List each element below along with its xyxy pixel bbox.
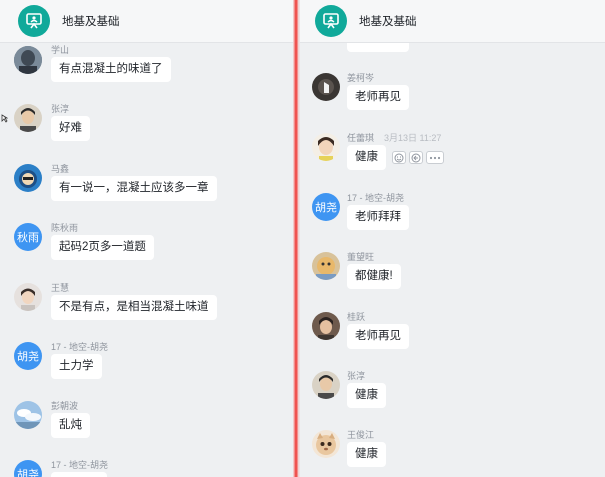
classroom-board-icon[interactable] [18,5,50,37]
sender-name: 17 - 地空-胡尧 [51,342,109,352]
sender-name: 17 - 地空-胡尧 [51,460,109,470]
message-bubble[interactable]: 老师再见 [347,85,409,110]
message-actions [392,151,444,164]
message-bubble[interactable]: 起码2页多一道题 [51,235,154,260]
avatar[interactable]: 胡尧 [312,193,340,221]
sender-name: 张淳 [51,104,70,114]
sender-name: 张淳 [347,371,366,381]
left-chat-panel: 学山 有点混凝土的味道了 张淳 好难 马鑫 有一说一，混凝土应该多一章 秋雨 陈… [0,0,293,477]
message-bubble[interactable]: 有一说一，混凝土应该多一章 [51,176,217,201]
sender-name: 学山 [51,45,70,55]
message-bubble[interactable]: 健康 [347,145,386,170]
sender-name: 姜柯岑 [347,73,375,83]
avatar[interactable] [312,312,340,340]
avatar[interactable] [312,73,340,101]
sender-name: 董望旺 [347,252,375,262]
group-title[interactable]: 地基及基础 [62,13,120,29]
message-bubble[interactable]: 好难 [51,116,90,141]
chat-header: 地基及基础 [0,0,293,43]
classroom-board-icon[interactable] [315,5,347,37]
avatar[interactable] [14,164,42,192]
message-bubble[interactable]: 有点混凝土的味道了 [51,57,171,82]
sender-name: 王俊江 [347,430,375,440]
more-icon[interactable] [426,151,444,164]
avatar[interactable] [14,283,42,311]
sender-name: 17 - 地空-胡尧 [347,193,405,203]
avatar[interactable] [312,371,340,399]
sender-name: 陈秋雨 [51,223,79,233]
avatar[interactable] [312,430,340,458]
mouse-cursor-icon [1,114,8,123]
message-bubble[interactable]: 老师再见 [347,324,409,349]
sender-name: 王慧 [51,283,70,293]
message-bubble[interactable]: 老师拜拜 [347,205,409,230]
avatar[interactable]: 胡尧 [14,342,42,370]
smile-icon[interactable] [392,151,406,164]
reply-icon[interactable] [409,151,423,164]
message-bubble[interactable]: 乱炖 [51,413,90,438]
avatar[interactable] [14,104,42,132]
sender-name-text: 任蕾琪 [347,133,375,143]
avatar[interactable] [312,252,340,280]
avatar[interactable] [14,46,42,74]
sender-name: 桂跃 [347,312,366,322]
message-bubble[interactable] [51,472,107,477]
sender-name: 马鑫 [51,164,70,174]
avatar[interactable]: 胡尧 [14,460,42,477]
chat-header: 地基及基础 [300,0,605,43]
message-bubble[interactable]: 土力学 [51,354,102,379]
message-bubble[interactable]: 健康 [347,383,386,408]
avatar[interactable] [14,401,42,429]
avatar[interactable]: 秋雨 [14,223,42,251]
group-title[interactable]: 地基及基础 [359,13,417,29]
sender-name: 彭朝波 [51,401,79,411]
panel-divider[interactable] [293,0,300,477]
message-bubble[interactable]: 都健康! [347,264,401,289]
message-time: 3月13日 11:27 [384,133,442,143]
message-bubble[interactable]: 不是有点，是相当混凝土味道 [51,295,217,320]
message-bubble[interactable]: 健康 [347,442,386,467]
right-chat-panel: 姜柯岑 老师再见 任蕾琪 3月13日 11:27 健康 胡尧 17 - 地空-胡尧… [300,0,605,477]
avatar[interactable] [312,133,340,161]
sender-name: 任蕾琪 3月13日 11:27 [347,131,441,144]
